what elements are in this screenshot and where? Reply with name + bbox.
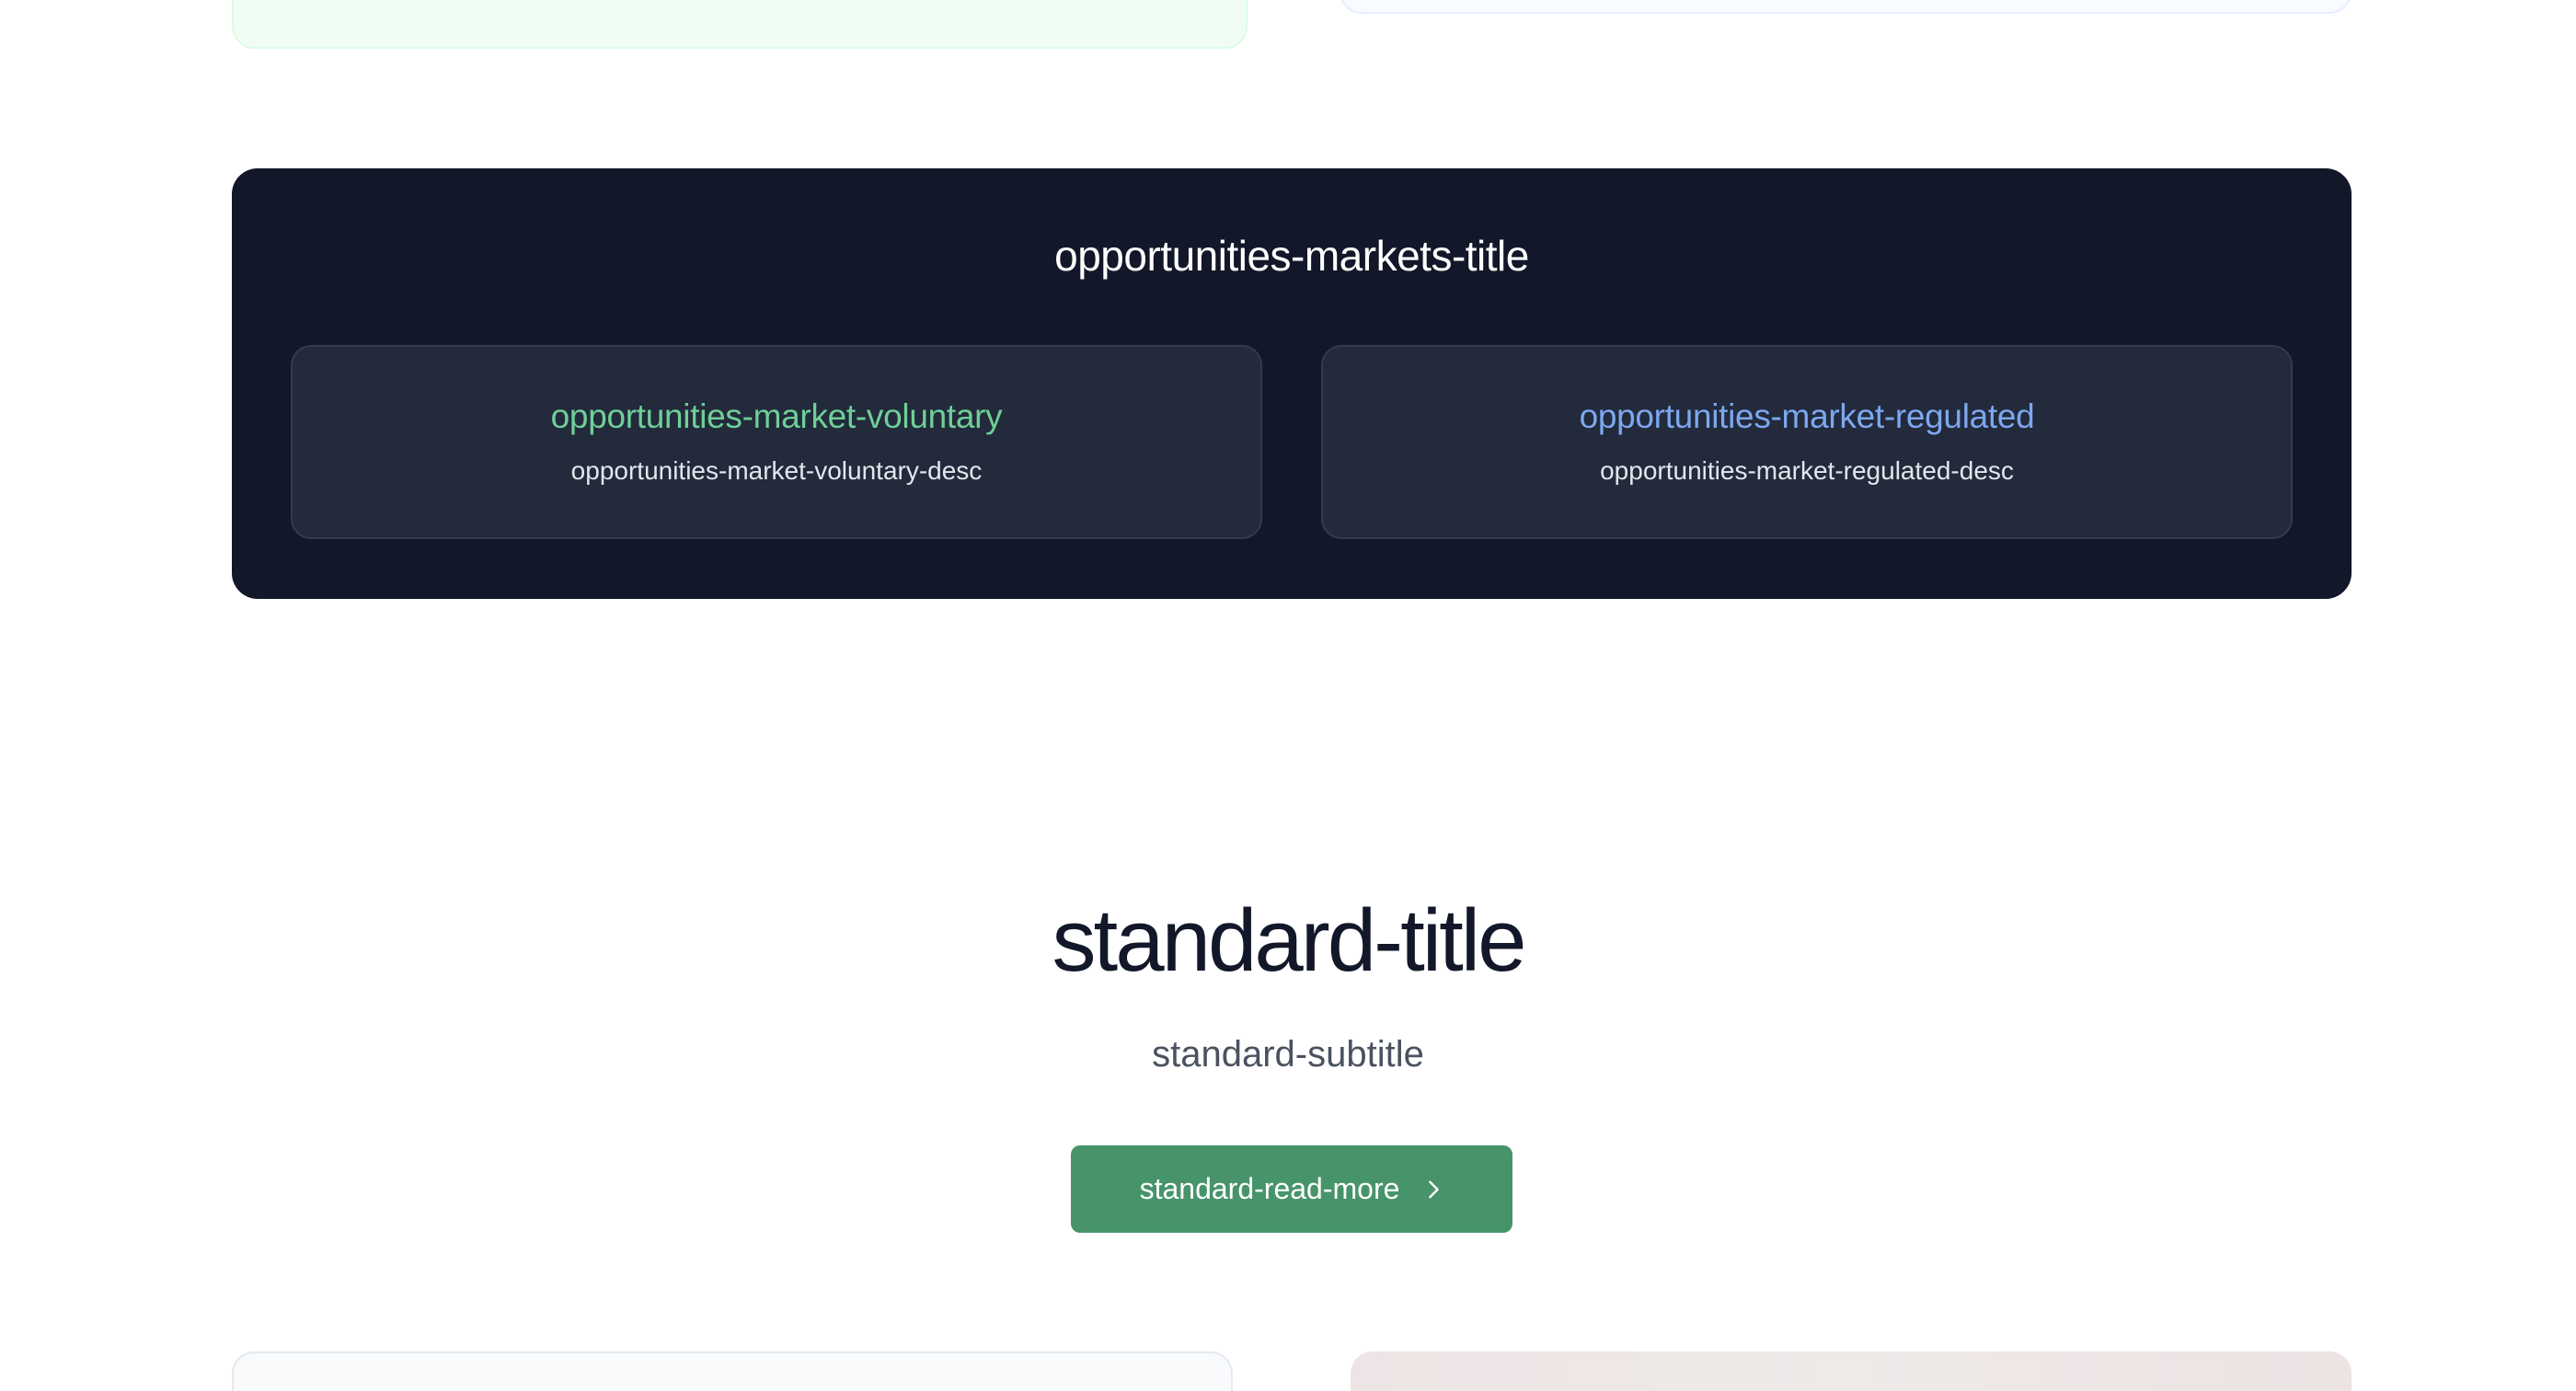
market-regulated-desc: opportunities-market-regulated-desc [1600,456,2014,486]
standard-title: standard-title [1052,891,1527,990]
chevron-right-icon [1429,1180,1440,1198]
markets-title: opportunities-markets-title [1054,232,1529,280]
top-card-blue [1340,0,2352,14]
market-voluntary-name: opportunities-market-voluntary [550,397,1003,435]
read-more-label: standard-read-more [1139,1172,1400,1205]
bottom-card-left [232,1351,1233,1391]
top-card-green [232,0,1248,49]
standard-subtitle: standard-subtitle [1152,1034,1424,1075]
page: opportunities-markets-title opportunitie… [0,0,2576,1391]
market-card-regulated: opportunities-market-regulated opportuni… [1321,345,2293,539]
markets-panel: opportunities-markets-title opportunitie… [232,168,2352,599]
standard-read-more-button[interactable]: standard-read-more [1071,1145,1512,1233]
bottom-card-right [1351,1351,2352,1391]
market-regulated-name: opportunities-market-regulated [1579,397,2035,435]
market-voluntary-desc: opportunities-market-voluntary-desc [570,456,983,486]
market-card-voluntary: opportunities-market-voluntary opportuni… [291,345,1262,539]
